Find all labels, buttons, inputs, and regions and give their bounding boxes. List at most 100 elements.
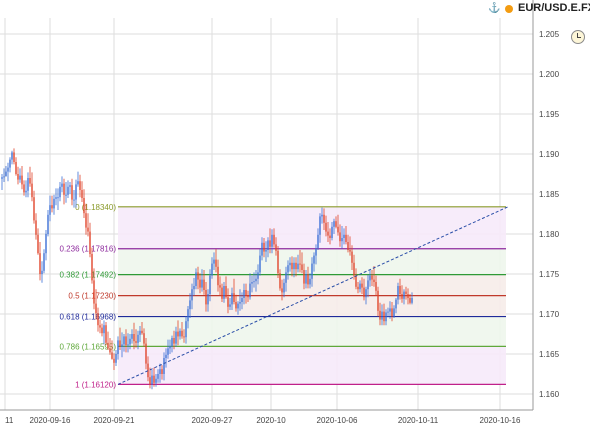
candle-body bbox=[189, 300, 191, 310]
candle-body bbox=[373, 279, 375, 282]
fib-level-label: 0.382 (1.17492) bbox=[60, 271, 117, 280]
candle-body bbox=[307, 274, 309, 285]
candle-body bbox=[157, 374, 159, 379]
candle-body bbox=[227, 297, 229, 307]
candle bbox=[25, 180, 27, 198]
candle-body bbox=[169, 346, 171, 349]
candle-body bbox=[377, 290, 379, 311]
candle-body bbox=[243, 290, 245, 298]
candle-body bbox=[273, 234, 275, 245]
candle-body bbox=[313, 255, 315, 264]
status-dot bbox=[505, 5, 513, 13]
candle-body bbox=[285, 272, 287, 283]
anchor-icon[interactable]: ⚓ bbox=[488, 3, 500, 14]
clock-icon[interactable] bbox=[571, 30, 585, 44]
candle-body bbox=[43, 253, 45, 271]
candle-body bbox=[109, 348, 111, 353]
candle bbox=[9, 157, 11, 173]
candle-body bbox=[21, 175, 23, 185]
candle-body bbox=[351, 251, 353, 263]
candle-body bbox=[411, 298, 413, 303]
fib-band bbox=[118, 295, 506, 317]
candle-body bbox=[275, 244, 277, 251]
candle-body bbox=[11, 152, 13, 160]
candle bbox=[41, 261, 43, 283]
candle-body bbox=[323, 214, 325, 223]
candle-body bbox=[249, 283, 251, 298]
candle-body bbox=[153, 375, 155, 383]
candle-body bbox=[309, 278, 311, 285]
candle-body bbox=[159, 369, 161, 374]
candle-body bbox=[49, 205, 51, 215]
candle-body bbox=[149, 377, 151, 385]
candle-body bbox=[327, 231, 329, 236]
candle-body bbox=[293, 262, 295, 270]
candle bbox=[23, 180, 25, 196]
candle-body bbox=[199, 279, 201, 288]
candle-body bbox=[97, 313, 99, 326]
candle-body bbox=[295, 262, 297, 270]
candle-body bbox=[17, 174, 19, 180]
candle-body bbox=[223, 286, 225, 299]
candle bbox=[87, 213, 89, 237]
candle bbox=[5, 166, 7, 177]
candle-body bbox=[389, 308, 391, 312]
candle-body bbox=[103, 325, 105, 334]
candle bbox=[77, 171, 79, 187]
candle-body bbox=[185, 321, 187, 338]
candle-body bbox=[35, 220, 37, 235]
candle-body bbox=[393, 308, 395, 317]
candle-body bbox=[123, 336, 125, 345]
candle-body bbox=[321, 214, 323, 217]
candle-body bbox=[71, 185, 73, 200]
candle bbox=[7, 162, 9, 182]
candle bbox=[103, 320, 105, 345]
candle-body bbox=[297, 263, 299, 270]
candle-body bbox=[139, 330, 141, 335]
candle-body bbox=[279, 273, 281, 289]
candle-body bbox=[287, 265, 289, 273]
candle-body bbox=[131, 334, 133, 339]
candle-body bbox=[73, 199, 75, 201]
candle-body bbox=[93, 280, 95, 304]
candle-body bbox=[133, 334, 135, 342]
candle-body bbox=[117, 340, 119, 354]
candle bbox=[43, 249, 45, 274]
candle-body bbox=[193, 286, 195, 290]
fib-band bbox=[118, 346, 506, 385]
candle-body bbox=[383, 311, 385, 322]
candle-body bbox=[137, 334, 139, 343]
candle-body bbox=[161, 369, 163, 374]
candle-body bbox=[115, 354, 117, 363]
candle-body bbox=[177, 331, 179, 337]
candle-body bbox=[205, 290, 207, 305]
candle bbox=[97, 307, 99, 332]
candle-body bbox=[183, 336, 185, 338]
candle-body bbox=[265, 250, 267, 252]
candle-body bbox=[271, 234, 273, 247]
candle-body bbox=[31, 183, 33, 198]
candle-body bbox=[303, 270, 305, 284]
fib-band bbox=[118, 206, 506, 249]
candle-body bbox=[111, 352, 113, 359]
candle-body bbox=[9, 159, 11, 168]
candle-body bbox=[63, 183, 65, 195]
candle-body bbox=[245, 290, 247, 296]
candle-body bbox=[335, 221, 337, 227]
candle-body bbox=[341, 238, 343, 242]
candle bbox=[115, 350, 117, 366]
candle-body bbox=[319, 216, 321, 235]
candle-body bbox=[141, 330, 143, 334]
candle-body bbox=[57, 197, 59, 199]
candle bbox=[17, 166, 19, 185]
candle-body bbox=[325, 222, 327, 232]
candle bbox=[107, 331, 109, 350]
candle bbox=[57, 188, 59, 210]
y-tick-label: 1.200 bbox=[539, 70, 560, 79]
candle-body bbox=[391, 308, 393, 317]
candle-body bbox=[85, 213, 87, 228]
candle-body bbox=[211, 263, 213, 276]
candle-body bbox=[83, 198, 85, 214]
candle bbox=[27, 172, 29, 198]
candle-body bbox=[263, 242, 265, 252]
